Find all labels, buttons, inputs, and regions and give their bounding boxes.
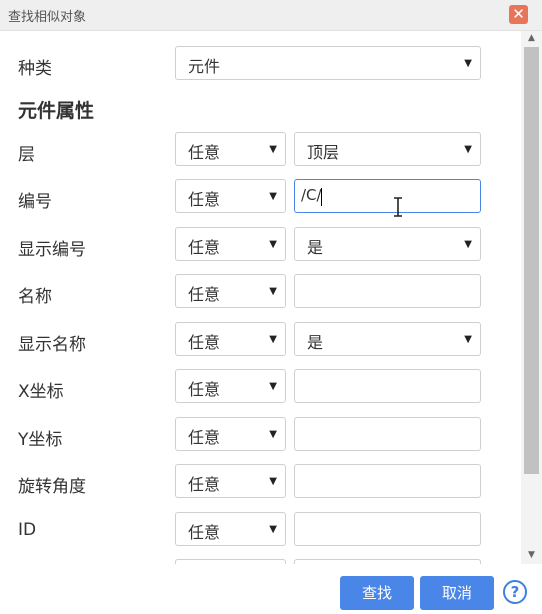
match-select-value: 任意	[188, 143, 221, 162]
chevron-down-icon: ▼	[269, 286, 277, 297]
text-caret	[321, 188, 322, 206]
row-label: Y坐标	[18, 430, 63, 450]
match-select-value: 任意	[188, 428, 221, 447]
show-designator-value: 是	[307, 238, 324, 257]
row-designator: 编号 任意 ▼ /C/	[0, 179, 520, 215]
show-name-select[interactable]: 是 ▼	[294, 322, 481, 356]
scroll-down-icon[interactable]: ▼	[526, 550, 537, 560]
id-input[interactable]	[294, 512, 481, 546]
match-select[interactable]: 任意 ▼	[175, 512, 286, 546]
row-label: 显示编号	[18, 240, 86, 260]
kind-select-value: 元件	[188, 57, 221, 76]
match-select-value: 任意	[188, 523, 221, 542]
chevron-down-icon: ▼	[464, 144, 472, 155]
chevron-down-icon: ▼	[269, 429, 277, 440]
row-label: 旋转角度	[18, 477, 86, 497]
chevron-down-icon: ▼	[464, 58, 472, 69]
row-show-name: 显示名称 任意 ▼ 是 ▼	[0, 322, 520, 358]
match-select[interactable]: 任意 ▼	[175, 179, 286, 213]
section-title: 元件属性	[18, 100, 95, 122]
text-cursor-icon	[394, 197, 402, 217]
chevron-down-icon: ▼	[269, 144, 277, 155]
row-label: 名称	[18, 287, 52, 307]
match-select[interactable]: 任意 ▼	[175, 369, 286, 403]
scrollbar-thumb[interactable]	[524, 47, 539, 474]
close-icon[interactable]: ✕	[509, 5, 528, 24]
rotation-input[interactable]	[294, 464, 481, 498]
row-y: Y坐标 任意 ▼	[0, 417, 520, 453]
row-show-designator: 显示编号 任意 ▼ 是 ▼	[0, 227, 520, 263]
scroll-up-icon[interactable]: ▲	[526, 33, 537, 43]
match-select-value: 任意	[188, 238, 221, 257]
row-id: ID 任意 ▼	[0, 512, 520, 548]
match-select[interactable]: 任意 ▼	[175, 227, 286, 261]
row-rotation: 旋转角度 任意 ▼	[0, 464, 520, 500]
match-select-value: 任意	[188, 285, 221, 304]
designator-input-value: /C/	[301, 186, 322, 204]
kind-label: 种类	[18, 59, 52, 79]
match-select-value: 任意	[188, 380, 221, 399]
chevron-down-icon: ▼	[269, 476, 277, 487]
name-input[interactable]	[294, 274, 481, 308]
match-select[interactable]: 任意 ▼	[175, 274, 286, 308]
dialog-title: 查找相似对象	[8, 10, 87, 25]
row-name: 名称 任意 ▼	[0, 274, 520, 310]
chevron-down-icon: ▼	[269, 239, 277, 250]
dialog-footer: 查找 取消 ?	[0, 564, 542, 614]
chevron-down-icon: ▼	[269, 334, 277, 345]
help-icon[interactable]: ?	[503, 580, 527, 604]
match-select[interactable]: 任意 ▼	[175, 132, 286, 166]
row-label: X坐标	[18, 382, 64, 402]
row-layer: 层 任意 ▼ 顶层 ▼	[0, 132, 520, 168]
find-button[interactable]: 查找	[340, 576, 414, 610]
vertical-scrollbar[interactable]: ▲ ▼	[521, 31, 542, 564]
chevron-down-icon: ▼	[269, 524, 277, 535]
kind-select[interactable]: 元件 ▼	[175, 46, 481, 80]
chevron-down-icon: ▼	[269, 191, 277, 202]
x-input[interactable]	[294, 369, 481, 403]
chevron-down-icon: ▼	[464, 239, 472, 250]
y-input[interactable]	[294, 417, 481, 451]
match-select-value: 任意	[188, 190, 221, 209]
chevron-down-icon: ▼	[269, 381, 277, 392]
match-select[interactable]: 任意 ▼	[175, 464, 286, 498]
row-label: 编号	[18, 192, 52, 212]
kind-row: 种类 元件 ▼	[0, 46, 520, 82]
row-label: 显示名称	[18, 335, 86, 355]
row-label: 层	[18, 145, 35, 165]
layer-select-value: 顶层	[307, 143, 340, 162]
row-label: ID	[18, 520, 37, 540]
match-select-value: 任意	[188, 333, 221, 352]
designator-input[interactable]: /C/	[294, 179, 481, 213]
match-select-value: 任意	[188, 475, 221, 494]
row-x: X坐标 任意 ▼	[0, 369, 520, 405]
match-select[interactable]: 任意 ▼	[175, 322, 286, 356]
dialog-content: 种类 元件 ▼ 元件属性 层 任意 ▼ 顶层 ▼ 编号 任意 ▼ /C/ 显示编…	[0, 31, 520, 564]
chevron-down-icon: ▼	[464, 334, 472, 345]
dialog-titlebar: 查找相似对象 ✕	[0, 0, 542, 31]
match-select[interactable]: 任意 ▼	[175, 417, 286, 451]
cancel-button[interactable]: 取消	[420, 576, 494, 610]
show-designator-select[interactable]: 是 ▼	[294, 227, 481, 261]
show-name-value: 是	[307, 333, 324, 352]
layer-select[interactable]: 顶层 ▼	[294, 132, 481, 166]
